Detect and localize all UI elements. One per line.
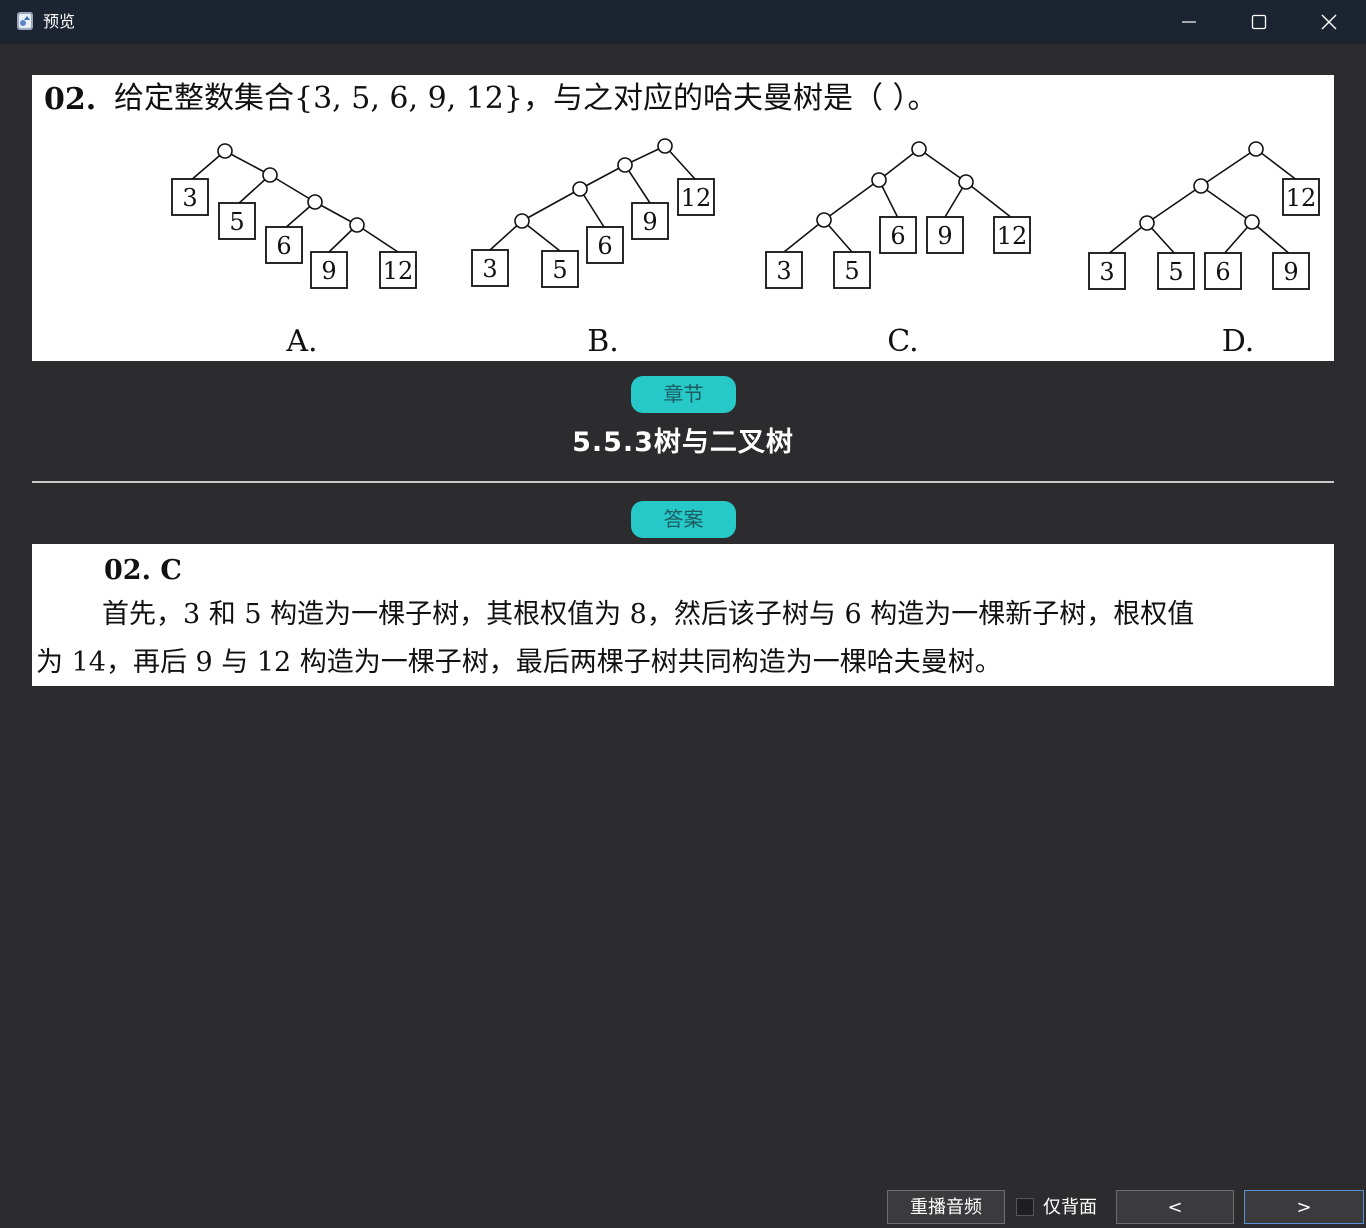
back-only-checkbox[interactable] <box>1016 1198 1034 1216</box>
question-figure: 02. 给定整数集合{3, 5, 6, 9, 12}，与之对应的哈夫曼树是（ ）… <box>44 81 1320 359</box>
chapter-title: 5.5.3树与二叉树 <box>572 427 794 458</box>
leaf-c-1: 3 <box>776 257 791 285</box>
option-a: A. <box>285 324 317 359</box>
question-text: 给定整数集合{3, 5, 6, 9, 12}，与之对应的哈夫曼树是（ ）。 <box>114 81 938 116</box>
answer-heading: 02. C <box>104 555 182 586</box>
prev-button[interactable]: < <box>1116 1190 1234 1224</box>
chapter-badge: 章节 <box>631 376 736 413</box>
tree-edges <box>189 145 1299 256</box>
leaf-a-1: 3 <box>182 184 197 212</box>
option-c: C. <box>887 324 918 359</box>
option-b: B. <box>587 324 619 359</box>
leaf-b-5: 6 <box>597 232 612 260</box>
next-button[interactable]: > <box>1244 1190 1364 1224</box>
back-only-label[interactable]: 仅背面 <box>1043 1196 1097 1220</box>
leaf-b-1: 12 <box>681 184 712 212</box>
answer-badge: 答案 <box>631 501 736 538</box>
leaf-b-2: 9 <box>642 208 657 236</box>
close-button[interactable] <box>1295 0 1363 44</box>
leaf-d-1: 12 <box>1286 184 1317 212</box>
maximize-icon <box>1251 14 1267 30</box>
leaf-b-4: 5 <box>552 256 567 284</box>
leaf-d-3: 5 <box>1168 258 1183 286</box>
leaf-c-2: 5 <box>844 257 859 285</box>
leaf-d-2: 3 <box>1099 258 1114 286</box>
tree-leaf-labels: 3 5 6 9 12 12 9 3 5 6 3 5 6 9 12 12 3 5 … <box>182 184 1316 286</box>
leaf-a-4: 9 <box>321 257 336 285</box>
leaf-c-3: 6 <box>890 222 905 250</box>
question-number: 02. <box>44 82 96 117</box>
close-icon <box>1321 14 1337 30</box>
preview-window: 预览 02. 给定整数集合{3, 5, 6, 9, 12}，与之对应的哈夫曼树是… <box>0 0 1366 1228</box>
leaf-c-4: 9 <box>937 222 952 250</box>
title-bar[interactable]: 预览 <box>0 0 1366 44</box>
answer-line-2: 为 14，再后 9 与 12 构造为一棵子树，最后两棵子树共同构造为一棵哈夫曼树… <box>36 647 1002 678</box>
tree-leaf-boxes <box>171 178 1320 290</box>
leaf-a-5: 12 <box>383 257 414 285</box>
minimize-icon <box>1182 21 1196 23</box>
maximize-button[interactable] <box>1225 0 1293 44</box>
leaf-d-4: 6 <box>1215 258 1230 286</box>
minimize-button[interactable] <box>1155 0 1223 44</box>
option-labels: A. B. C. D. <box>285 324 1254 359</box>
leaf-d-5: 9 <box>1283 258 1298 286</box>
leaf-a-3: 6 <box>276 232 291 260</box>
leaf-b-3: 3 <box>482 255 497 283</box>
replay-audio-button[interactable]: 重播音频 <box>887 1190 1005 1224</box>
leaf-c-5: 12 <box>997 222 1028 250</box>
leaf-a-2: 5 <box>229 208 244 236</box>
window-title: 预览 <box>43 12 76 31</box>
answer-line-1: 首先，3 和 5 构造为一棵子树，其根权值为 8，然后该子树与 6 构造为一棵新… <box>102 599 1195 630</box>
divider <box>32 481 1334 483</box>
question-card: 02. 给定整数集合{3, 5, 6, 9, 12}，与之对应的哈夫曼树是（ ）… <box>32 75 1334 361</box>
option-d: D. <box>1222 324 1255 359</box>
answer-card: 02. C 首先，3 和 5 构造为一棵子树，其根权值为 8，然后该子树与 6 … <box>32 544 1334 686</box>
app-icon <box>17 12 33 30</box>
tree-internal-nodes <box>217 138 1264 233</box>
